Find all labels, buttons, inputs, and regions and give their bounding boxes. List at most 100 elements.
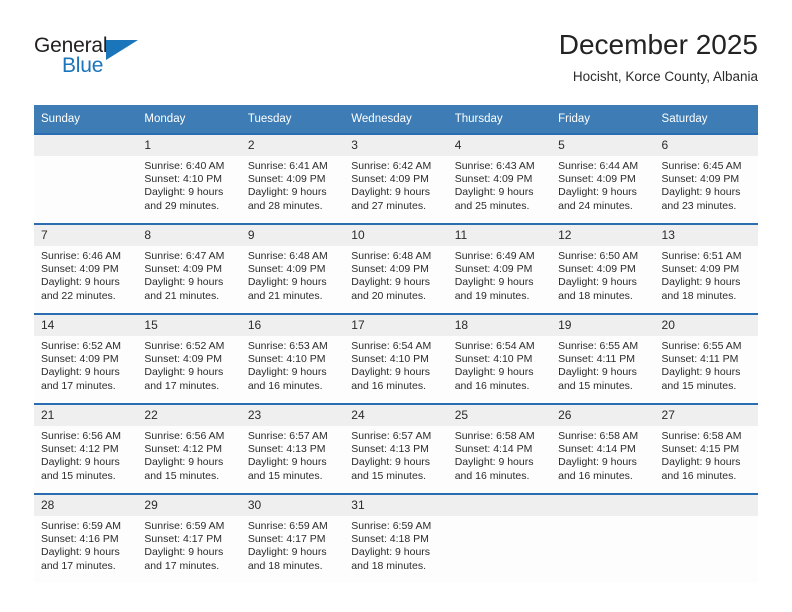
day-detail-line: and 16 minutes.: [351, 379, 426, 392]
day-cell-inner: 12 Sunrise: 6:50 AM Sunset: 4:09 PM Dayligh…: [551, 225, 655, 313]
day-cell-inner: 30 Sunrise: 6:59 AM Sunset: 4:17 PM Dayligh…: [240, 495, 345, 583]
calendar-day-cell[interactable]: 24 Sunrise: 6:57 AM Sunset: 4:13 PM Dayligh…: [344, 403, 448, 494]
day-number: 26: [551, 405, 655, 426]
calendar-day-cell[interactable]: 6 Sunrise: 6:45 AM Sunset: 4:09 PM Daylight…: [654, 133, 758, 224]
day-detail-line: Sunrise: 6:59 AM: [41, 520, 121, 532]
day-cell-inner: 10 Sunrise: 6:48 AM Sunset: 4:09 PM Dayligh…: [344, 225, 448, 313]
day-detail-line: Sunset: 4:09 PM: [558, 263, 636, 276]
day-detail-line: Sunrise: 6:59 AM: [351, 520, 432, 532]
day-details: Sunrise: 6:48 AM Sunset: 4:09 PM Daylight:…: [344, 246, 447, 303]
day-cell-inner: 17 Sunrise: 6:54 AM Sunset: 4:10 PM Dayligh…: [344, 315, 448, 403]
calendar-day-cell[interactable]: 4 Sunrise: 6:43 AM Sunset: 4:09 PM Daylight…: [447, 133, 552, 224]
day-details: Sunrise: 6:47 AM Sunset: 4:09 PM Daylight:…: [137, 246, 240, 303]
day-detail-line: Daylight: 9 hours: [661, 276, 741, 289]
day-detail-line: Daylight: 9 hours: [144, 186, 224, 199]
calendar-week-row: 1 Sunrise: 6:40 AM Sunset: 4:10 PM Daylight…: [34, 133, 758, 224]
calendar-day-cell[interactable]: 23 Sunrise: 6:57 AM Sunset: 4:13 PM Dayligh…: [240, 403, 345, 494]
calendar-day-cell[interactable]: 31 Sunrise: 6:59 AM Sunset: 4:18 PM Dayligh…: [344, 493, 448, 583]
calendar-day-cell[interactable]: 29 Sunrise: 6:59 AM Sunset: 4:17 PM Dayligh…: [137, 493, 241, 583]
calendar-day-cell[interactable]: 5 Sunrise: 6:44 AM Sunset: 4:09 PM Daylight…: [551, 133, 655, 224]
calendar-day-cell[interactable]: 18 Sunrise: 6:54 AM Sunset: 4:10 PM Dayligh…: [447, 313, 552, 404]
calendar-day-cell[interactable]: 20 Sunrise: 6:55 AM Sunset: 4:11 PM Dayligh…: [654, 313, 758, 404]
calendar-day-cell[interactable]: 22 Sunrise: 6:56 AM Sunset: 4:12 PM Dayligh…: [137, 403, 241, 494]
calendar-week-row: 21 Sunrise: 6:56 AM Sunset: 4:12 PM Dayligh…: [34, 403, 758, 494]
day-detail-line: Sunrise: 6:57 AM: [247, 430, 328, 442]
calendar-day-cell[interactable]: 30 Sunrise: 6:59 AM Sunset: 4:17 PM Dayligh…: [240, 493, 345, 583]
day-detail-line: Sunset: 4:09 PM: [454, 263, 533, 276]
calendar-week-row: 7 Sunrise: 6:46 AM Sunset: 4:09 PM Daylight…: [34, 223, 758, 314]
calendar-day-cell[interactable]: 28 Sunrise: 6:59 AM Sunset: 4:16 PM Dayligh…: [34, 493, 138, 583]
calendar-week-row: 14 Sunrise: 6:52 AM Sunset: 4:09 PM Dayligh…: [34, 313, 758, 404]
calendar-day-cell[interactable]: 12 Sunrise: 6:50 AM Sunset: 4:09 PM Dayligh…: [551, 223, 655, 314]
day-cell-inner: 15 Sunrise: 6:52 AM Sunset: 4:09 PM Dayligh…: [137, 315, 241, 403]
calendar-day-cell[interactable]: 27 Sunrise: 6:58 AM Sunset: 4:15 PM Dayligh…: [654, 403, 758, 494]
day-number: 10: [344, 225, 448, 246]
day-cell-inner: 20 Sunrise: 6:55 AM Sunset: 4:11 PM Dayligh…: [654, 315, 758, 403]
day-detail-line: and 18 minutes.: [661, 289, 737, 302]
day-cell-inner: 25 Sunrise: 6:58 AM Sunset: 4:14 PM Dayligh…: [447, 405, 552, 493]
day-detail-line: and 16 minutes.: [558, 469, 633, 482]
day-detail-line: Daylight: 9 hours: [351, 456, 431, 469]
day-number: 12: [551, 225, 655, 246]
calendar-day-cell[interactable]: 14 Sunrise: 6:52 AM Sunset: 4:09 PM Dayligh…: [34, 313, 138, 404]
day-detail-line: Sunrise: 6:42 AM: [351, 160, 432, 172]
day-detail-line: Sunrise: 6:43 AM: [454, 160, 535, 172]
calendar-day-cell[interactable]: 13 Sunrise: 6:51 AM Sunset: 4:09 PM Dayligh…: [654, 223, 758, 314]
calendar-day-cell[interactable]: 11 Sunrise: 6:49 AM Sunset: 4:09 PM Dayligh…: [447, 223, 552, 314]
calendar-day-cell[interactable]: 2 Sunrise: 6:41 AM Sunset: 4:09 PM Daylight…: [240, 133, 345, 224]
weekday-header-row: Sunday Monday Tuesday Wednesday Thursday Frid…: [34, 105, 758, 134]
calendar-day-cell[interactable]: 8 Sunrise: 6:47 AM Sunset: 4:09 PM Daylight…: [137, 223, 241, 314]
calendar-day-cell[interactable]: 15 Sunrise: 6:52 AM Sunset: 4:09 PM Dayligh…: [137, 313, 241, 404]
day-number: 6: [654, 135, 758, 156]
day-number: 15: [137, 315, 241, 336]
day-detail-line: and 17 minutes.: [144, 559, 220, 572]
day-details: Sunrise: 6:55 AM Sunset: 4:11 PM Daylight:…: [655, 336, 758, 393]
calendar-empty-cell: [34, 133, 138, 224]
calendar-day-cell[interactable]: 21 Sunrise: 6:56 AM Sunset: 4:12 PM Dayligh…: [34, 403, 138, 494]
day-detail-line: Sunset: 4:09 PM: [41, 263, 119, 276]
day-number: 29: [137, 495, 241, 516]
day-number: 20: [654, 315, 758, 336]
day-detail-line: Sunrise: 6:54 AM: [351, 340, 432, 352]
calendar-day-cell[interactable]: 26 Sunrise: 6:58 AM Sunset: 4:14 PM Dayligh…: [551, 403, 655, 494]
day-number: [34, 135, 138, 156]
day-detail-line: Sunset: 4:09 PM: [247, 263, 326, 276]
calendar-day-cell[interactable]: 17 Sunrise: 6:54 AM Sunset: 4:10 PM Dayligh…: [344, 313, 448, 404]
calendar-day-cell[interactable]: 1 Sunrise: 6:40 AM Sunset: 4:10 PM Daylight…: [137, 133, 241, 224]
day-details: Sunrise: 6:57 AM Sunset: 4:13 PM Daylight:…: [241, 426, 344, 483]
day-detail-line: Sunrise: 6:47 AM: [144, 250, 225, 262]
day-detail-line: and 22 minutes.: [41, 289, 116, 302]
calendar-empty-cell: [551, 493, 655, 583]
day-cell-inner: 28 Sunrise: 6:59 AM Sunset: 4:16 PM Dayligh…: [34, 495, 138, 583]
day-details: Sunrise: 6:59 AM Sunset: 4:17 PM Daylight:…: [241, 516, 344, 573]
calendar-day-cell[interactable]: 7 Sunrise: 6:46 AM Sunset: 4:09 PM Daylight…: [34, 223, 138, 314]
day-detail-line: and 17 minutes.: [41, 559, 116, 572]
calendar-day-cell[interactable]: 3 Sunrise: 6:42 AM Sunset: 4:09 PM Daylight…: [344, 133, 448, 224]
day-details: Sunrise: 6:56 AM Sunset: 4:12 PM Daylight:…: [34, 426, 137, 483]
day-detail-line: and 15 minutes.: [41, 469, 116, 482]
day-number: 16: [240, 315, 345, 336]
calendar-day-cell[interactable]: 10 Sunrise: 6:48 AM Sunset: 4:09 PM Dayligh…: [344, 223, 448, 314]
day-number: 25: [447, 405, 552, 426]
calendar-day-cell[interactable]: 19 Sunrise: 6:55 AM Sunset: 4:11 PM Dayligh…: [551, 313, 655, 404]
day-cell-inner: 2 Sunrise: 6:41 AM Sunset: 4:09 PM Daylight…: [240, 135, 345, 223]
day-cell-inner: 23 Sunrise: 6:57 AM Sunset: 4:13 PM Dayligh…: [240, 405, 345, 493]
calendar-day-cell[interactable]: 9 Sunrise: 6:48 AM Sunset: 4:09 PM Daylight…: [240, 223, 345, 314]
day-detail-line: Daylight: 9 hours: [454, 366, 534, 379]
calendar-day-cell[interactable]: 25 Sunrise: 6:58 AM Sunset: 4:14 PM Dayligh…: [447, 403, 552, 494]
day-details: Sunrise: 6:49 AM Sunset: 4:09 PM Daylight:…: [448, 246, 551, 303]
day-number: 5: [551, 135, 655, 156]
day-cell-inner: 3 Sunrise: 6:42 AM Sunset: 4:09 PM Daylight…: [344, 135, 448, 223]
day-cell-inner: 6 Sunrise: 6:45 AM Sunset: 4:09 PM Daylight…: [654, 135, 758, 223]
day-detail-line: Sunrise: 6:57 AM: [351, 430, 432, 442]
day-number: 2: [240, 135, 345, 156]
day-detail-line: and 15 minutes.: [351, 469, 426, 482]
day-detail-line: Daylight: 9 hours: [144, 276, 224, 289]
day-detail-line: Daylight: 9 hours: [351, 186, 431, 199]
day-detail-line: Daylight: 9 hours: [247, 186, 327, 199]
day-detail-line: Sunrise: 6:59 AM: [144, 520, 225, 532]
day-detail-line: Sunset: 4:15 PM: [661, 443, 740, 456]
day-detail-line: Sunset: 4:09 PM: [247, 173, 326, 186]
calendar-day-cell[interactable]: 16 Sunrise: 6:53 AM Sunset: 4:10 PM Dayligh…: [240, 313, 345, 404]
day-details: [34, 156, 137, 160]
